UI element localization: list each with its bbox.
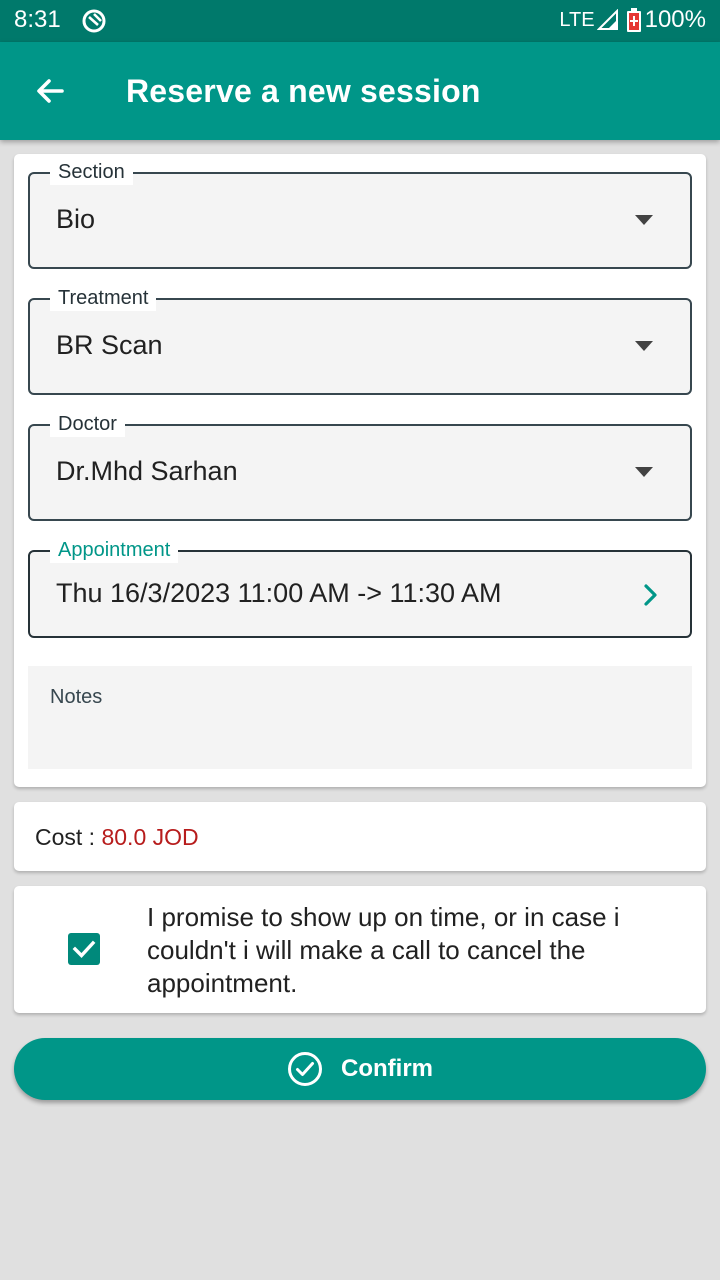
section-value: Bio	[56, 204, 96, 234]
promise-card: I promise to show up on time, or in case…	[14, 886, 706, 1013]
cost-card: Cost : 80.0 JOD	[14, 802, 706, 871]
treatment-label: Treatment	[50, 285, 157, 311]
treatment-value: BR Scan	[56, 330, 163, 360]
arrow-left-icon	[37, 79, 64, 103]
network-type: LTE	[559, 8, 595, 31]
chevron-right-icon	[644, 584, 657, 606]
treatment-dropdown[interactable]: Treatment BR Scan	[28, 285, 692, 395]
confirm-button[interactable]: Confirm	[14, 1038, 706, 1100]
check-circle-icon	[288, 1052, 322, 1086]
cost-value: 80.0 JOD	[101, 824, 199, 850]
appointment-value: Thu 16/3/2023 11:00 AM -> 11:30 AM	[56, 578, 502, 608]
signal-icon	[596, 9, 618, 30]
appointment-picker[interactable]: Appointment Thu 16/3/2023 11:00 AM -> 11…	[28, 537, 692, 638]
doctor-value: Dr.Mhd Sarhan	[56, 456, 238, 486]
status-time: 8:31	[14, 6, 61, 33]
battery-level: 100%	[644, 6, 706, 33]
check-icon	[72, 940, 96, 958]
app-notification-icon	[82, 9, 106, 33]
reservation-form-card: Section Bio Treatment BR Scan Doctor Dr.…	[14, 154, 706, 787]
app-bar: Reserve a new session	[0, 42, 720, 140]
promise-text: I promise to show up on time, or in case…	[147, 902, 620, 998]
dropdown-arrow-icon	[635, 215, 653, 225]
cost-label: Cost :	[35, 824, 102, 850]
section-label: Section	[50, 159, 133, 185]
notes-input[interactable]: Notes	[28, 666, 692, 769]
promise-checkbox[interactable]	[68, 933, 100, 965]
status-indicators: LTE 100%	[559, 6, 706, 34]
back-button[interactable]	[28, 69, 72, 113]
status-bar: 8:31 LTE 100%	[0, 0, 720, 42]
dropdown-arrow-icon	[635, 467, 653, 477]
cost-row: Cost : 80.0 JOD	[35, 824, 199, 851]
confirm-label: Confirm	[341, 1055, 433, 1082]
notes-placeholder: Notes	[50, 686, 103, 708]
page-title: Reserve a new session	[126, 73, 481, 109]
doctor-label: Doctor	[50, 411, 125, 437]
doctor-dropdown[interactable]: Doctor Dr.Mhd Sarhan	[28, 411, 692, 521]
appointment-label: Appointment	[50, 537, 179, 563]
section-dropdown[interactable]: Section Bio	[28, 159, 692, 269]
battery-icon	[626, 8, 641, 32]
dropdown-arrow-icon	[635, 341, 653, 351]
